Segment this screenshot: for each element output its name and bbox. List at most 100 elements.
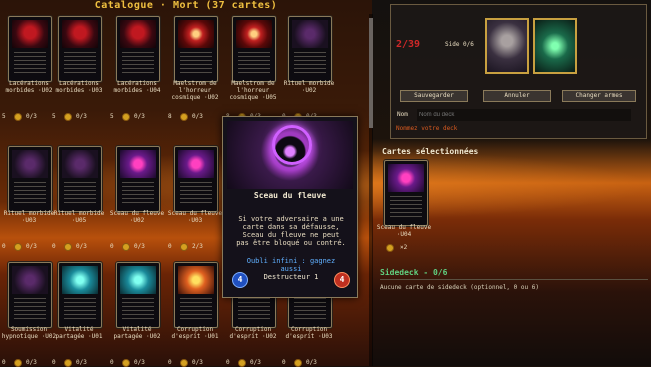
selected-card-qty: ×2 bbox=[400, 244, 408, 251]
card-quantity: 0 bbox=[168, 359, 172, 366]
card-owned-count: 0/3 bbox=[134, 359, 145, 366]
catalog-card-name: Lacérations morbides ·U04 bbox=[113, 80, 161, 94]
catalog-card-name: Sceau du fleuve ·U02 bbox=[109, 210, 165, 224]
coin-icon bbox=[180, 113, 188, 121]
card-art bbox=[120, 266, 156, 294]
card-art bbox=[120, 150, 156, 178]
card-owned-count: 0/3 bbox=[26, 243, 37, 250]
card-quantity: 0 bbox=[110, 359, 114, 366]
card-art bbox=[178, 150, 214, 178]
card-owned-count: 0/3 bbox=[134, 243, 145, 250]
card-owned-count: 0/3 bbox=[76, 113, 87, 120]
card-text-lines bbox=[14, 298, 46, 320]
coin-icon bbox=[64, 243, 72, 251]
change-weapons-button[interactable]: Changer armes bbox=[562, 90, 636, 102]
card-quantity: 0 bbox=[168, 243, 172, 250]
save-button[interactable]: Sauvegarder bbox=[400, 90, 468, 102]
card-text-lines bbox=[180, 182, 212, 204]
catalog-card-name: Corruption d'esprit ·U02 bbox=[229, 326, 277, 340]
catalog-card-name: Sceau du fleuve ·U03 bbox=[167, 210, 223, 224]
card-preview-title: Sceau du fleuve bbox=[253, 191, 327, 200]
hero-weapon-card-1[interactable] bbox=[485, 18, 529, 74]
card-text-lines bbox=[122, 52, 154, 74]
catalog-title: Catalogue · Mort (37 cartes) bbox=[94, 0, 278, 11]
card-quantity: 0 bbox=[2, 359, 6, 366]
catalog-card[interactable] bbox=[174, 16, 218, 82]
card-preview-keywords: Oubli infini : gagnez aussi Destructeur … bbox=[235, 257, 347, 281]
catalog-card-name: Vitalité partagée ·U01 bbox=[55, 326, 103, 340]
selected-card-name: Sceau du fleuve ·U04 bbox=[376, 224, 432, 238]
card-art bbox=[178, 20, 214, 48]
card-text-lines bbox=[238, 52, 270, 74]
card-art bbox=[62, 150, 98, 178]
catalog-card[interactable] bbox=[174, 146, 218, 212]
catalog-card[interactable] bbox=[232, 16, 276, 82]
catalog-card[interactable] bbox=[116, 146, 160, 212]
catalog-card[interactable] bbox=[58, 146, 102, 212]
catalog-card-name: Maelstrom de l'horreur cosmique ·U05 bbox=[229, 80, 277, 101]
card-art bbox=[178, 266, 214, 294]
coin-icon bbox=[14, 243, 22, 251]
coin-icon bbox=[122, 113, 130, 121]
card-owned-count: 0/3 bbox=[250, 359, 261, 366]
catalog-card[interactable] bbox=[8, 146, 52, 212]
card-owned-count: 0/3 bbox=[134, 113, 145, 120]
catalog-card[interactable] bbox=[116, 16, 160, 82]
card-quantity: 0 bbox=[282, 359, 286, 366]
catalog-card[interactable] bbox=[174, 262, 218, 328]
card-quantity: 5 bbox=[2, 113, 6, 120]
card-text-lines bbox=[64, 298, 96, 320]
hero-weapon-card-2[interactable] bbox=[533, 18, 577, 74]
card-quantity: 8 bbox=[168, 113, 172, 120]
catalog-card[interactable] bbox=[58, 262, 102, 328]
catalog-card[interactable] bbox=[58, 16, 102, 82]
card-text-lines bbox=[122, 298, 154, 320]
catalog-card-name: Maelstrom de l'horreur cosmique ·U02 bbox=[171, 80, 219, 101]
card-owned-count: 2/3 bbox=[192, 243, 203, 250]
card-text-lines bbox=[14, 52, 46, 74]
catalog-scrollbar[interactable] bbox=[369, 14, 373, 366]
power-gem-icon: 4 bbox=[334, 272, 350, 288]
catalog-card[interactable] bbox=[116, 262, 160, 328]
card-text-lines bbox=[180, 298, 212, 320]
card-text-lines bbox=[64, 52, 96, 74]
card-owned-count: 0/3 bbox=[26, 359, 37, 366]
sidedeck-note: Aucune carte de sidedeck (optionnel, 0 o… bbox=[380, 284, 539, 291]
selected-cards-title: Cartes sélectionnées bbox=[382, 147, 479, 156]
keyword-oubli: Oubli infini : gagnez aussi bbox=[246, 257, 336, 273]
card-art bbox=[62, 20, 98, 48]
card-quantity: 0 bbox=[110, 243, 114, 250]
side-counter: Side 0/6 bbox=[445, 41, 474, 48]
catalog-card[interactable] bbox=[8, 262, 52, 328]
card-quantity: 5 bbox=[110, 113, 114, 120]
card-preview-text: Si votre adversaire a une carte dans sa … bbox=[236, 215, 346, 247]
catalog-card-name: Vitalité partagée ·U02 bbox=[113, 326, 161, 340]
card-art bbox=[12, 266, 48, 294]
card-art bbox=[12, 150, 48, 178]
card-text-lines bbox=[390, 196, 422, 218]
card-art bbox=[62, 266, 98, 294]
catalog-card[interactable] bbox=[8, 16, 52, 82]
cancel-button[interactable]: Annuler bbox=[483, 90, 551, 102]
catalog-card-name: Lacérations morbides ·U03 bbox=[55, 80, 103, 94]
coin-icon bbox=[386, 244, 394, 252]
name-label: Nom bbox=[397, 111, 408, 118]
portal-ring-icon bbox=[272, 125, 312, 165]
sidedeck-divider bbox=[380, 279, 648, 280]
card-owned-count: 0/3 bbox=[306, 359, 317, 366]
deck-name-input[interactable] bbox=[417, 109, 631, 121]
scroll-thumb[interactable] bbox=[369, 18, 373, 128]
catalog-card-name: Rituel morbide ·U02 bbox=[283, 80, 335, 94]
coin-icon bbox=[14, 113, 22, 121]
card-owned-count: 0/3 bbox=[26, 113, 37, 120]
card-quantity: 5 bbox=[52, 113, 56, 120]
selected-card[interactable] bbox=[384, 160, 428, 226]
card-quantity: 0 bbox=[52, 359, 56, 366]
card-owned-count: 0/3 bbox=[192, 359, 203, 366]
card-art bbox=[388, 164, 424, 192]
card-text-lines bbox=[14, 182, 46, 204]
catalog-card[interactable] bbox=[288, 16, 332, 82]
keyword-destructeur: Destructeur 1 bbox=[263, 273, 319, 281]
card-text-lines bbox=[64, 182, 96, 204]
deck-name-hint: Nommez votre deck bbox=[396, 125, 458, 132]
